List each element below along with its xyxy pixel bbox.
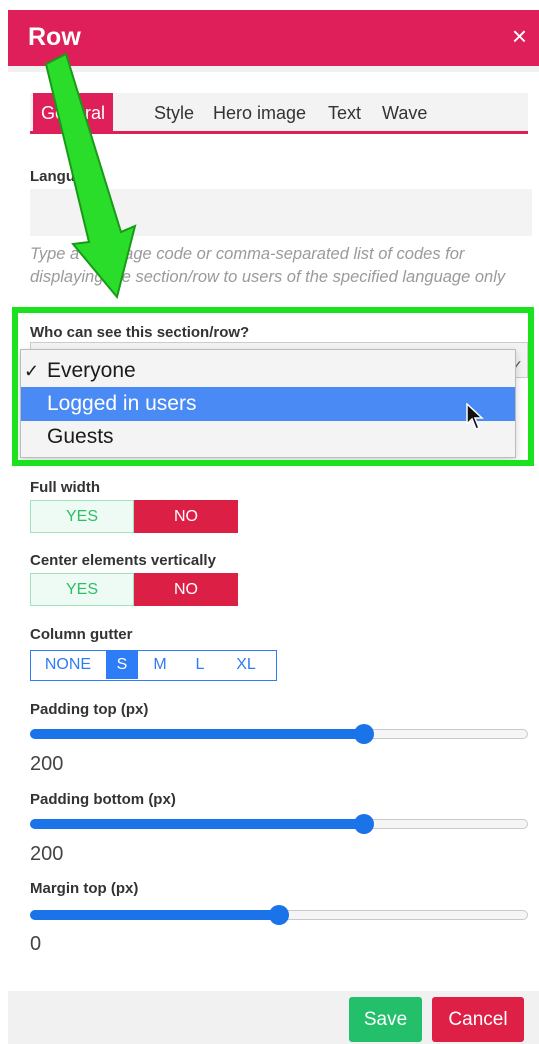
slider-fill — [30, 819, 364, 829]
full-width-no-button[interactable]: NO — [134, 500, 238, 533]
padding-top-label: Padding top (px) — [30, 701, 149, 718]
language-input[interactable] — [30, 189, 532, 236]
padding-bottom-value: 200 — [30, 843, 64, 865]
tab-general[interactable]: General — [33, 93, 114, 131]
margin-top-slider[interactable] — [30, 905, 528, 925]
slider-thumb[interactable] — [354, 724, 374, 744]
padding-bottom-slider[interactable] — [30, 814, 528, 834]
center-vertically-no-button[interactable]: NO — [134, 573, 238, 606]
slider-thumb[interactable] — [354, 814, 374, 834]
slider-thumb[interactable] — [269, 905, 289, 925]
gutter-l-button[interactable]: L — [182, 651, 218, 679]
tab-hero-image[interactable]: Hero image — [205, 93, 314, 131]
close-icon[interactable]: × — [512, 22, 527, 50]
header-band — [8, 66, 539, 72]
mouse-pointer-icon — [466, 403, 484, 430]
slider-fill — [30, 910, 279, 920]
full-width-toggle: YES NO — [30, 500, 238, 533]
gutter-s-button[interactable]: S — [106, 651, 138, 679]
padding-bottom-label: Padding bottom (px) — [30, 791, 176, 808]
gutter-none-button[interactable]: NONE — [31, 651, 105, 679]
tab-text[interactable]: Text — [320, 93, 369, 131]
gutter-xl-button[interactable]: XL — [220, 651, 272, 679]
column-gutter-label: Column gutter — [30, 626, 133, 643]
padding-top-slider[interactable] — [30, 724, 528, 744]
highlight-frame — [12, 307, 534, 466]
center-vertically-label: Center elements vertically — [30, 552, 216, 569]
dialog-title: Row — [28, 23, 81, 51]
language-hint: Type a language code or comma-separated … — [30, 245, 506, 286]
language-label: Language — [30, 168, 101, 185]
column-gutter-group: NONE S M L XL — [30, 650, 277, 681]
center-vertically-toggle: YES NO — [30, 573, 238, 606]
gutter-m-button[interactable]: M — [140, 651, 180, 679]
tab-bar: General Style Hero image Text Wave — [30, 93, 528, 134]
save-button[interactable]: Save — [349, 997, 422, 1042]
dialog-header: Row × — [8, 10, 539, 66]
padding-top-value: 200 — [30, 753, 64, 775]
tab-style[interactable]: Style — [146, 93, 202, 131]
full-width-yes-button[interactable]: YES — [30, 500, 134, 533]
full-width-label: Full width — [30, 479, 100, 496]
cancel-button[interactable]: Cancel — [432, 997, 524, 1042]
slider-fill — [30, 729, 364, 739]
tab-wave[interactable]: Wave — [374, 93, 435, 131]
center-vertically-yes-button[interactable]: YES — [30, 573, 134, 606]
margin-top-value: 0 — [30, 933, 42, 955]
margin-top-label: Margin top (px) — [30, 880, 139, 897]
